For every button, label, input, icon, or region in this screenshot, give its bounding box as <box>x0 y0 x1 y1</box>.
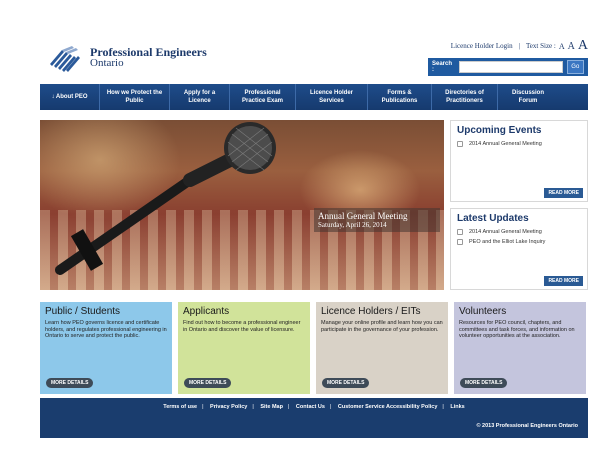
utility-separator: | <box>518 42 521 50</box>
text-size-medium-button[interactable]: A <box>568 41 575 52</box>
nav-apply-for-licence[interactable]: Apply for a Licence <box>170 84 230 110</box>
event-item-label: 2014 Annual General Meeting <box>469 141 542 147</box>
upcoming-events-title: Upcoming Events <box>457 125 542 136</box>
main-content: Annual General Meeting Saturday, April 2… <box>40 120 588 296</box>
update-item-label: PEO and the Elliot Lake Inquiry <box>469 239 546 245</box>
latest-updates-title: Latest Updates <box>457 213 529 224</box>
utility-bar: Licence Holder Login | Text Size : A A A <box>451 38 588 54</box>
card-applicants: Applicants Find out how to become a prof… <box>178 302 310 394</box>
card-title[interactable]: Applicants <box>183 306 305 317</box>
more-details-button[interactable]: MORE DETAILS <box>322 378 370 388</box>
card-text: Manage your online profile and learn how… <box>321 320 443 333</box>
card-title[interactable]: Public / Students <box>45 306 167 317</box>
footer-separator: | <box>202 404 204 410</box>
calendar-icon <box>457 141 463 147</box>
nav-forms-publications[interactable]: Forms & Publications <box>368 84 432 110</box>
more-details-button[interactable]: MORE DETAILS <box>184 378 232 388</box>
text-size-label: Text Size : <box>526 42 556 50</box>
upcoming-events-box: Upcoming Events 2014 Annual General Meet… <box>450 120 588 202</box>
card-title[interactable]: Licence Holders / EITs <box>321 306 443 317</box>
more-details-button[interactable]: MORE DETAILS <box>46 378 94 388</box>
update-item[interactable]: PEO and the Elliot Lake Inquiry <box>457 239 581 245</box>
site-header: Professional Engineers Ontario Licence H… <box>40 30 588 84</box>
nav-licence-holder-services[interactable]: Licence Holder Services <box>296 84 368 110</box>
event-item[interactable]: 2014 Annual General Meeting <box>457 141 581 147</box>
footer-link-terms[interactable]: Terms of use <box>163 404 197 410</box>
sidebar: Upcoming Events 2014 Annual General Meet… <box>450 120 588 290</box>
peo-logo-icon <box>50 46 80 72</box>
nav-discussion-forum[interactable]: Discussion Forum <box>498 84 558 110</box>
footer-link-links[interactable]: Links <box>450 404 464 410</box>
copyright: © 2013 Professional Engineers Ontario <box>476 423 578 429</box>
footer-link-accessibility[interactable]: Customer Service Accessibility Policy <box>338 404 437 410</box>
hero-banner[interactable]: Annual General Meeting Saturday, April 2… <box>40 120 444 290</box>
peo-logo[interactable]: Professional Engineers Ontario <box>48 44 207 72</box>
card-title[interactable]: Volunteers <box>459 306 581 317</box>
text-size-large-button[interactable]: A <box>578 38 588 54</box>
card-text: Resources for PEO council, chapters, and… <box>459 320 575 339</box>
nav-professional-practice-exam[interactable]: Professional Practice Exam <box>230 84 296 110</box>
hero-title: Annual General Meeting <box>318 211 408 221</box>
microphone-icon <box>55 122 276 275</box>
search-label: Search : <box>432 61 453 73</box>
events-read-more-button[interactable]: READ MORE <box>544 188 583 198</box>
audience-cards: Public / Students Learn how PEO governs … <box>40 302 588 394</box>
nav-about-peo[interactable]: ↓ About PEO <box>40 84 100 110</box>
footer-separator: | <box>252 404 254 410</box>
footer-link-contact[interactable]: Contact Us <box>296 404 325 410</box>
card-volunteers: Volunteers Resources for PEO council, ch… <box>454 302 586 394</box>
updates-read-more-button[interactable]: READ MORE <box>544 276 583 286</box>
footer-link-sitemap[interactable]: Site Map <box>260 404 283 410</box>
more-details-button[interactable]: MORE DETAILS <box>460 378 508 388</box>
logo-text: Professional Engineers Ontario <box>90 46 207 69</box>
footer-link-privacy[interactable]: Privacy Policy <box>210 404 247 410</box>
search-bar: Search : Go <box>428 58 588 76</box>
hero-date: Saturday, April 26, 2014 <box>318 221 387 229</box>
document-icon <box>457 239 463 245</box>
card-text: Find out how to become a professional en… <box>183 320 301 333</box>
hero-caption: Annual General Meeting Saturday, April 2… <box>314 208 440 232</box>
footer-separator: | <box>287 404 290 410</box>
licence-holder-login-link[interactable]: Licence Holder Login <box>451 42 513 50</box>
search-go-button[interactable]: Go <box>566 60 584 74</box>
main-nav: ↓ About PEO How we Protect the Public Ap… <box>40 84 588 110</box>
site-footer: Terms of use | Privacy Policy | Site Map | … <box>40 398 588 438</box>
page: Professional Engineers Ontario Licence H… <box>40 30 588 438</box>
search-input[interactable] <box>458 61 563 73</box>
document-icon <box>457 229 463 235</box>
nav-directories[interactable]: Directories of Practitioners <box>432 84 498 110</box>
logo-line2: Ontario <box>90 57 124 69</box>
card-licence-holders: Licence Holders / EITs Manage your onlin… <box>316 302 448 394</box>
nav-how-we-protect[interactable]: How we Protect the Public <box>100 84 170 110</box>
latest-updates-box: Latest Updates 2014 Annual General Meeti… <box>450 208 588 290</box>
footer-separator: | <box>442 404 444 410</box>
card-text: Learn how PEO governs licence and certif… <box>45 320 167 339</box>
update-item[interactable]: 2014 Annual General Meeting <box>457 229 581 235</box>
text-size-small-button[interactable]: A <box>559 42 565 51</box>
update-item-label: 2014 Annual General Meeting <box>469 229 542 235</box>
footer-links: Terms of use | Privacy Policy | Site Map | … <box>40 404 588 410</box>
card-public-students: Public / Students Learn how PEO governs … <box>40 302 172 394</box>
footer-separator: | <box>329 404 332 410</box>
